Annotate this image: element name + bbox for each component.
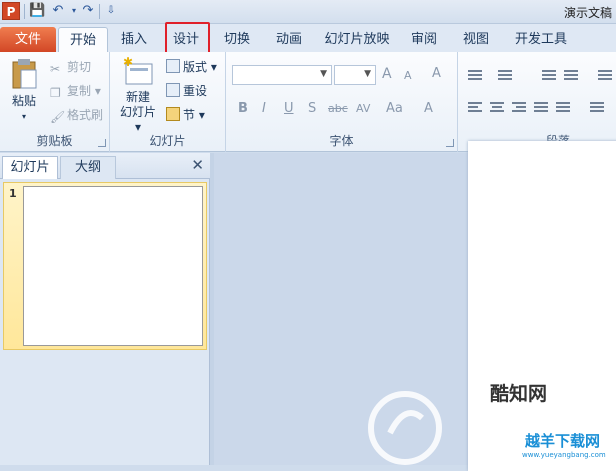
- strikethrough-button[interactable]: abc: [328, 102, 348, 115]
- reset-button[interactable]: 重设: [166, 83, 207, 99]
- ribbon: 粘贴 ▾ ✂ 剪切 ❐ 复制 ▾ 🖌 格式刷 剪贴板 ✱ 新建 幻灯片 ▾ 版式 ▾ …: [0, 52, 616, 152]
- decrease-indent-icon[interactable]: [542, 70, 556, 82]
- numbering-icon[interactable]: [498, 70, 512, 82]
- align-left-icon[interactable]: [468, 102, 482, 114]
- new-slide-button[interactable]: ✱ 新建 幻灯片 ▾: [116, 55, 160, 135]
- watermark-url: www.yueyangbang.com: [522, 451, 606, 459]
- font-group-label: 字体: [329, 134, 354, 148]
- clipboard-group-label: 剪贴板: [36, 134, 73, 148]
- scissors-icon: ✂: [50, 62, 61, 76]
- powerpoint-app-icon[interactable]: P: [2, 2, 20, 20]
- slide-thumbnail-item[interactable]: 1: [3, 182, 207, 350]
- copy-button[interactable]: ❐ 复制 ▾: [50, 83, 101, 100]
- layout-label: 版式: [183, 60, 208, 74]
- brush-icon: 🖌: [50, 110, 66, 124]
- new-slide-icon: ✱: [123, 55, 153, 85]
- customize-qat-icon[interactable]: ⇩: [103, 3, 119, 19]
- workspace: 幻灯片 大纲 ✕ 1 酷知网 越羊下载网 www.yueyangbang.com: [0, 141, 616, 471]
- char-spacing-button[interactable]: AV: [356, 102, 370, 115]
- tab-home[interactable]: 开始: [58, 27, 108, 53]
- layout-button[interactable]: 版式 ▾: [166, 59, 217, 75]
- font-launcher-icon[interactable]: [446, 139, 454, 147]
- save-icon[interactable]: 💾: [29, 3, 45, 19]
- paste-icon: [12, 59, 37, 89]
- separator: [99, 4, 100, 19]
- cut-label: 剪切: [67, 60, 92, 74]
- tab-review[interactable]: 审阅: [402, 27, 446, 52]
- layout-icon: [166, 59, 180, 73]
- bullets-icon[interactable]: [468, 70, 482, 82]
- shrink-font-button[interactable]: A: [404, 69, 412, 82]
- paste-dropdown-icon: ▾: [21, 112, 26, 121]
- new-slide-label-1: 新建: [125, 90, 150, 104]
- copy-icon: ❐: [50, 86, 61, 100]
- section-icon: [166, 107, 180, 121]
- slides-group-label: 幻灯片: [149, 134, 186, 148]
- window-title: 演示文稿: [563, 6, 612, 20]
- tab-file[interactable]: 文件: [0, 27, 56, 52]
- tab-outline[interactable]: 大纲: [60, 156, 116, 179]
- tab-developer[interactable]: 开发工具: [508, 27, 574, 52]
- clipboard-group: 粘贴 ▾ ✂ 剪切 ❐ 复制 ▾ 🖌 格式刷 剪贴板: [0, 52, 110, 152]
- watermark: 酷知网 越羊下载网 www.yueyangbang.com: [360, 378, 616, 465]
- italic-button[interactable]: I: [262, 101, 266, 116]
- tab-insert[interactable]: 插入: [112, 27, 156, 52]
- paste-button[interactable]: 粘贴 ▾: [6, 58, 42, 124]
- undo-icon[interactable]: ↶: [50, 3, 66, 19]
- align-center-icon[interactable]: [490, 102, 504, 114]
- new-slide-label-2: 幻灯片 ▾: [119, 105, 156, 134]
- justify-icon[interactable]: [534, 102, 548, 114]
- slides-pane: 幻灯片 大纲 ✕ 1: [0, 153, 210, 465]
- redo-icon[interactable]: ↷: [80, 3, 96, 19]
- close-icon[interactable]: ✕: [191, 156, 204, 174]
- pane-splitter[interactable]: [210, 153, 214, 465]
- format-painter-button[interactable]: 🖌 格式刷: [50, 107, 104, 124]
- tab-slides[interactable]: 幻灯片: [2, 156, 58, 179]
- font-size-select[interactable]: ▼: [334, 65, 376, 85]
- paste-label: 粘贴: [11, 94, 36, 108]
- watermark-logo-icon: [368, 391, 442, 465]
- columns-icon[interactable]: [556, 102, 570, 114]
- change-case-button[interactable]: Aa: [386, 101, 403, 116]
- line-spacing-icon[interactable]: [598, 70, 612, 82]
- slide-thumbnail[interactable]: [23, 186, 203, 346]
- bold-button[interactable]: B: [238, 101, 248, 116]
- slides-group: ✱ 新建 幻灯片 ▾ 版式 ▾ 重设 节 ▾ 幻灯片: [110, 52, 226, 152]
- reset-icon: [166, 83, 180, 97]
- svg-text:✱: ✱: [123, 56, 133, 69]
- tab-slideshow[interactable]: 幻灯片放映: [320, 27, 394, 52]
- chevron-down-icon: ▼: [320, 69, 327, 79]
- chevron-down-icon: ▼: [364, 69, 371, 79]
- font-color-button[interactable]: A: [424, 101, 433, 116]
- pane-tabs: 幻灯片 大纲 ✕: [0, 153, 210, 179]
- font-name-select[interactable]: ▼: [232, 65, 332, 85]
- grow-font-button[interactable]: A: [382, 66, 392, 82]
- text-direction-icon[interactable]: [590, 102, 604, 114]
- watermark-brand-1: 酷知网: [490, 383, 548, 405]
- tab-transitions[interactable]: 切换: [214, 27, 260, 52]
- clipboard-launcher-icon[interactable]: [98, 139, 106, 147]
- underline-button[interactable]: U: [284, 101, 294, 116]
- reset-label: 重设: [183, 84, 208, 98]
- section-label: 节: [183, 108, 196, 122]
- copy-label: 复制: [67, 84, 92, 98]
- slide-number: 1: [9, 187, 17, 200]
- tab-view[interactable]: 视图: [454, 27, 498, 52]
- ribbon-tabs: 文件 开始 插入 设计 切换 动画 幻灯片放映 审阅 视图 开发工具: [0, 24, 616, 53]
- shadow-button[interactable]: S: [308, 101, 316, 116]
- tab-animations[interactable]: 动画: [266, 27, 312, 52]
- separator: [24, 4, 25, 19]
- title-bar: P 💾 ↶ ▾ ↷ ⇩ 演示文稿: [0, 0, 616, 24]
- section-button[interactable]: 节 ▾: [166, 107, 205, 123]
- format-painter-label: 格式刷: [67, 108, 104, 122]
- clear-format-button[interactable]: A: [432, 66, 441, 81]
- paragraph-group: 段落: [458, 52, 616, 152]
- font-group: ▼ ▼ A A A B I U S abc AV Aa A 字体: [226, 52, 458, 152]
- watermark-brand-2: 越羊下载网: [525, 432, 601, 450]
- align-right-icon[interactable]: [512, 102, 526, 114]
- increase-indent-icon[interactable]: [564, 70, 578, 82]
- cut-button[interactable]: ✂ 剪切: [50, 59, 92, 76]
